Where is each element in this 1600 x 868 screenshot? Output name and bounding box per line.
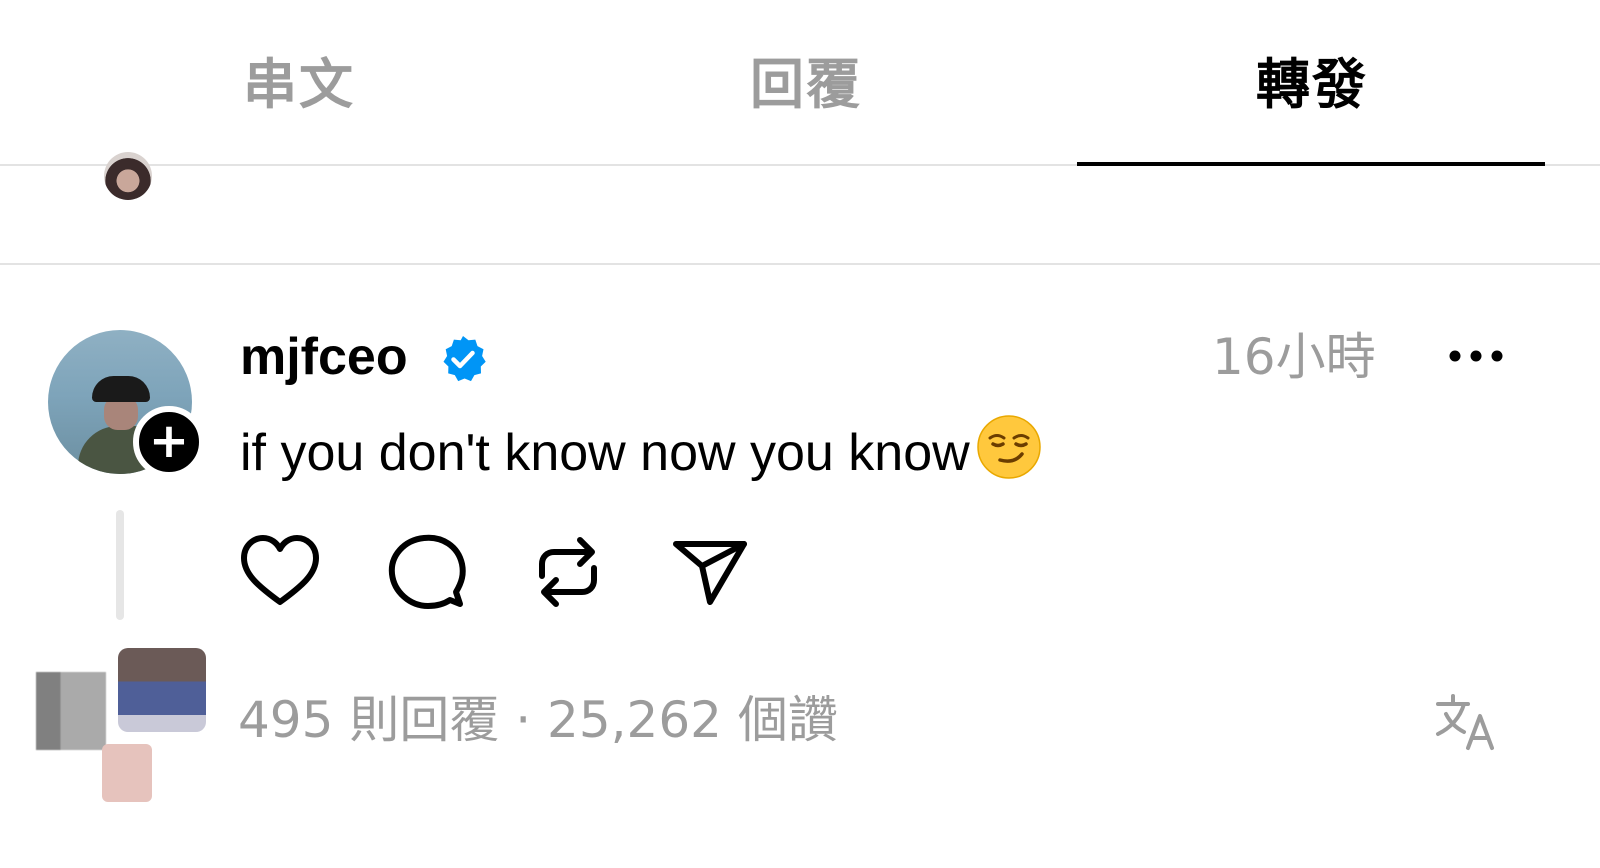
active-tab-indicator <box>1077 162 1545 166</box>
post-text-content: if you don't know now you know <box>240 424 970 482</box>
tab-replies[interactable]: 回覆 <box>750 58 862 112</box>
replier-avatar <box>118 648 206 732</box>
post-divider <box>0 263 1600 265</box>
post-stats[interactable]: 495 則回覆 · 25,262 個讚 <box>238 690 838 750</box>
post-text: if you don't know now you know <box>240 414 1042 485</box>
heart-icon[interactable] <box>238 530 322 614</box>
comment-icon[interactable] <box>384 530 468 614</box>
translate-icon[interactable] <box>1434 692 1498 752</box>
follow-plus-button[interactable]: + <box>133 406 205 478</box>
replier-avatar <box>36 672 106 750</box>
avatar-figure-hat <box>92 376 150 402</box>
tab-bar: 串文 回覆 轉發 <box>0 0 1600 166</box>
tab-threads[interactable]: 串文 <box>243 58 355 112</box>
smirking-face-emoji-icon <box>976 415 1041 479</box>
more-options-icon[interactable] <box>1446 334 1506 378</box>
verified-badge-icon <box>443 336 486 382</box>
tab-reposts[interactable]: 轉發 <box>1256 58 1368 112</box>
previous-post-avatar[interactable] <box>104 152 152 200</box>
thread-line <box>116 510 124 620</box>
post-username[interactable]: mjfceo <box>240 328 408 386</box>
post-timestamp: 16小時 <box>1212 328 1376 386</box>
replier-avatar <box>102 744 152 802</box>
share-icon[interactable] <box>668 530 752 614</box>
repost-icon[interactable] <box>526 530 610 614</box>
